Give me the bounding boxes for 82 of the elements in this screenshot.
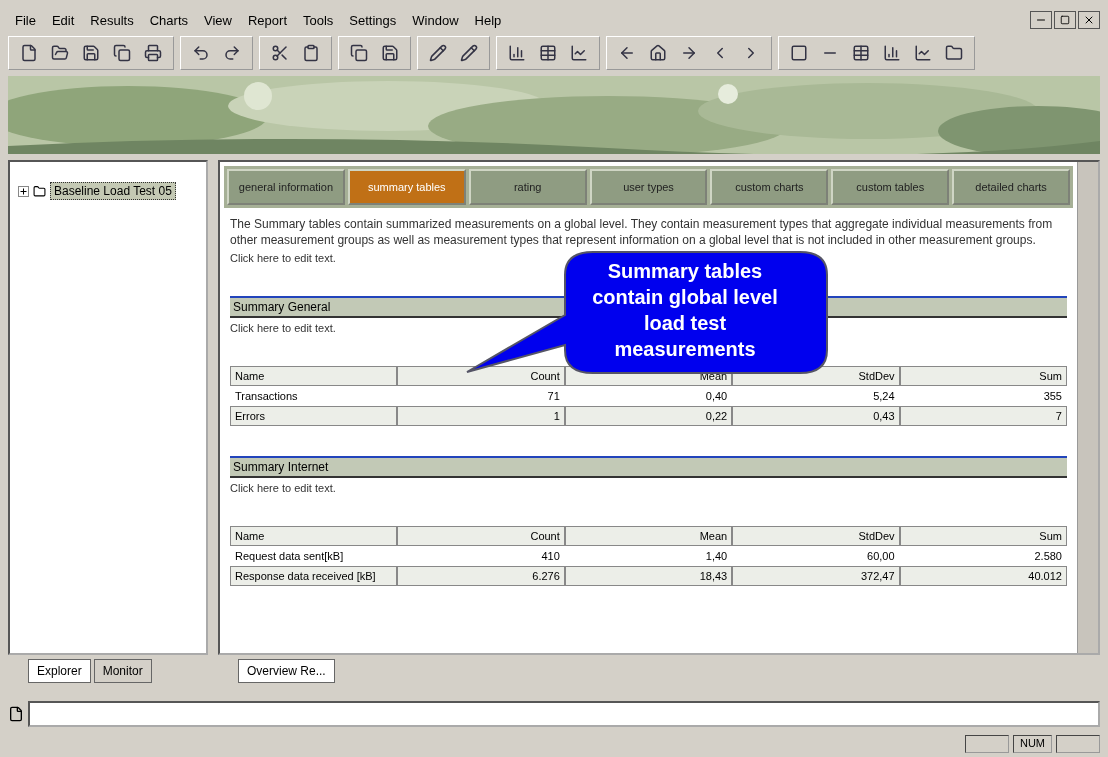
menu-item[interactable]: Window <box>405 10 466 30</box>
menu-item[interactable]: Tools <box>296 10 341 30</box>
callout-text: Summary tables contain global level load test measurements <box>591 259 779 362</box>
status-indicator: NUM <box>1012 735 1052 753</box>
report-tab[interactable]: general information <box>227 169 345 205</box>
table-cell: 7 <box>899 406 1067 426</box>
paste-icon[interactable] <box>302 44 320 62</box>
panel-tab[interactable]: Explorer <box>28 659 91 683</box>
expand-icon[interactable] <box>18 185 29 197</box>
report-tab[interactable]: rating <box>468 169 587 205</box>
copy-icon[interactable] <box>350 44 368 62</box>
column-header: Count <box>397 526 565 546</box>
menu-item[interactable]: Edit <box>44 10 82 30</box>
menu-item[interactable]: Settings <box>342 10 404 30</box>
cut-icon[interactable] <box>271 44 289 62</box>
column-header: Count <box>397 366 565 386</box>
report-tab[interactable]: detailed charts <box>952 169 1070 205</box>
line-chart-icon[interactable] <box>914 44 932 62</box>
table-cell: 1 <box>397 406 565 426</box>
edit-text-link[interactable]: Click here to edit text. <box>230 482 336 494</box>
menu-item[interactable]: Help <box>467 10 509 30</box>
open-folder-icon[interactable] <box>51 44 69 62</box>
column-header: StdDev <box>732 526 900 546</box>
report-tab[interactable]: custom charts <box>710 169 829 205</box>
save-icon[interactable] <box>381 44 399 62</box>
home-icon[interactable] <box>649 44 667 62</box>
minimize-button[interactable] <box>1030 11 1052 29</box>
edit-text-link[interactable]: Click here to edit text. <box>230 322 336 334</box>
line-chart-icon[interactable] <box>570 44 588 62</box>
report-tab[interactable]: user types <box>589 169 708 205</box>
table-cell: 0,22 <box>564 406 733 426</box>
table-icon[interactable] <box>852 44 870 62</box>
close-icon <box>1083 14 1095 26</box>
panel-tab[interactable]: Monitor <box>93 659 152 683</box>
command-field[interactable] <box>28 701 1100 727</box>
table-cell: Response data received [kB] <box>230 566 398 586</box>
column-header: Sum <box>899 526 1067 546</box>
pencil-icon[interactable] <box>460 44 478 62</box>
menu-item[interactable]: File <box>8 10 43 30</box>
intro-text: The Summary tables contain summarized measurements on a global level. They contain measurement types that aggregate individual measurements from other measurement groups as well as measurement types that represent information on a global level that is not included in other measurement groups. <box>230 216 1054 248</box>
table-cell: 40.012 <box>899 566 1067 586</box>
report-tab[interactable]: custom tables <box>831 169 950 205</box>
column-header: Name <box>230 526 398 546</box>
copy-icon[interactable] <box>113 44 131 62</box>
back-icon[interactable] <box>618 44 636 62</box>
forward-icon[interactable] <box>680 44 698 62</box>
edit-text-link[interactable]: Click here to edit text. <box>230 252 336 264</box>
column-header: Sum <box>899 366 1067 386</box>
restore-button[interactable] <box>1054 11 1076 29</box>
print-icon[interactable] <box>144 44 162 62</box>
tree-item[interactable]: Baseline Load Test 05 <box>50 182 176 200</box>
table-cell: Errors <box>230 406 398 426</box>
menu-item[interactable]: Results <box>83 10 141 30</box>
undo-icon[interactable] <box>192 44 210 62</box>
menu-item[interactable]: Charts <box>142 10 195 30</box>
close-button[interactable] <box>1078 11 1100 29</box>
column-header: Name <box>230 366 398 386</box>
bar-chart-icon[interactable] <box>883 44 901 62</box>
report-tab[interactable]: summary tables <box>347 169 466 205</box>
section-header: Summary Internet <box>230 456 1067 478</box>
menu-item[interactable]: Report <box>240 10 294 30</box>
status-panel <box>1056 735 1100 753</box>
pencil-icon[interactable] <box>429 44 447 62</box>
table-icon[interactable] <box>539 44 557 62</box>
restore-icon <box>1060 15 1070 25</box>
menu-item[interactable]: View <box>197 10 239 30</box>
scrollbar[interactable] <box>1077 162 1098 653</box>
folder-icon[interactable] <box>945 44 963 62</box>
table-cell: 372,47 <box>732 566 900 586</box>
column-header: Mean <box>564 526 733 546</box>
table-cell: 0,43 <box>732 406 900 426</box>
folder-icon <box>33 184 46 198</box>
redo-icon[interactable] <box>223 44 241 62</box>
new-file-icon[interactable] <box>20 44 38 62</box>
bar-chart-icon[interactable] <box>508 44 526 62</box>
document-tab[interactable]: Overview Re... <box>238 659 335 683</box>
document-icon <box>8 706 24 722</box>
table-cell: 18,43 <box>564 566 733 586</box>
square-icon[interactable] <box>790 44 808 62</box>
save-icon[interactable] <box>82 44 100 62</box>
table-cell: 6.276 <box>397 566 565 586</box>
status-panel <box>964 735 1009 753</box>
